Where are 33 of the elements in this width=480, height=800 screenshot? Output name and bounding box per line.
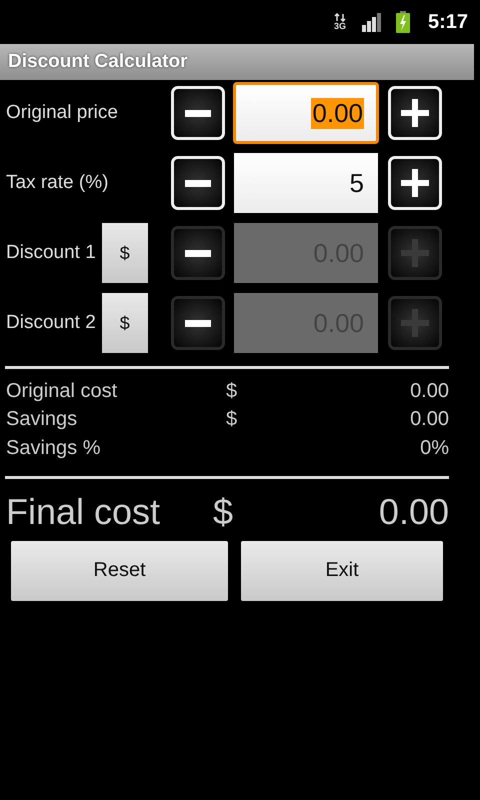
exit-button[interactable]: Exit <box>241 540 443 600</box>
number-field[interactable]: 0.00 <box>233 82 379 144</box>
field-label: Original price <box>6 102 118 124</box>
final-cost-label: Final cost <box>6 490 162 532</box>
field-label: Discount 1 <box>6 242 96 264</box>
field-label: Discount 2 <box>6 312 96 334</box>
data-arrows-icon <box>334 13 346 22</box>
summary-value: 0.00 <box>409 408 449 432</box>
currency-symbol: $ <box>226 408 238 432</box>
network-type: 3G <box>334 22 346 31</box>
final-cost-value: 0.00 <box>378 490 449 532</box>
plus-icon <box>401 239 429 267</box>
summary-value: 0.00 <box>409 380 449 403</box>
currency-symbol: $ <box>226 380 238 403</box>
plus-icon <box>401 309 429 337</box>
window-title: Discount Calculator <box>8 51 188 73</box>
plus-icon <box>401 99 429 127</box>
summary-value: 0% <box>419 436 449 460</box>
signal-icon <box>360 12 382 32</box>
summary-label: Savings % <box>6 436 102 460</box>
summary-label: Original cost <box>6 380 118 403</box>
plus-icon <box>401 169 429 197</box>
summary-label: Savings <box>6 408 78 432</box>
clock-time: 5:17 <box>428 10 468 34</box>
minus-icon <box>185 320 211 326</box>
currency-symbol: $ <box>213 490 234 532</box>
minus-icon <box>185 180 211 186</box>
charging-battery-icon <box>396 11 410 33</box>
minus-icon <box>185 250 211 256</box>
minus-icon <box>185 110 211 116</box>
field-label: Tax rate (%) <box>6 172 108 194</box>
reset-button[interactable]: Reset <box>11 540 228 600</box>
number-field[interactable]: 5 <box>234 153 378 213</box>
